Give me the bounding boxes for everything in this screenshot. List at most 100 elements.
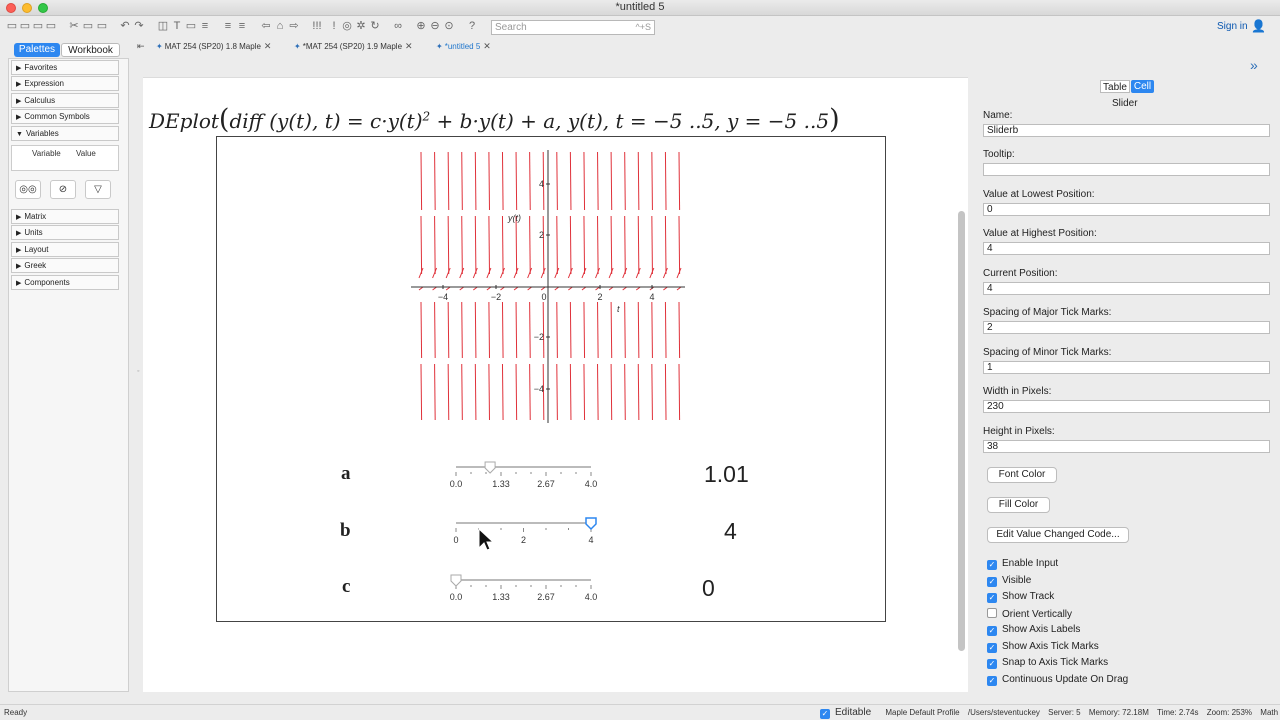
palette-layout[interactable]: ▶ Layout [11, 242, 119, 257]
left-panel-tabs: Palettes Workbook [14, 43, 120, 57]
fill-color-button[interactable]: Fill Color [987, 497, 1050, 513]
outdent-icon[interactable]: ≡ [236, 20, 248, 33]
save-icon[interactable]: ▭ [32, 20, 44, 33]
undo-icon[interactable]: ↶ [119, 20, 131, 33]
print-icon[interactable]: ▭ [45, 20, 57, 33]
close-tab-icon[interactable]: ✕ [483, 41, 491, 51]
tab-palettes[interactable]: Palettes [14, 43, 60, 57]
insert-text-icon[interactable]: T [171, 20, 183, 33]
direction-field-plot[interactable]: −4 −2 0 2 4 4 2 −2 −4 y(t) t [401, 146, 689, 426]
snap-to-tick-marks-checkbox[interactable]: ✓ Snap to Axis Tick Marks [987, 657, 1108, 669]
tab-cell[interactable]: Cell [1131, 80, 1154, 93]
name-field[interactable]: Sliderb [983, 124, 1270, 137]
link-icon[interactable]: ∞ [392, 20, 404, 33]
hide-icon[interactable]: ⊘ [50, 180, 76, 199]
paste-icon[interactable]: ▭ [96, 20, 108, 33]
slider-tick-label: 4.0 [585, 592, 598, 602]
deplot-command[interactable]: DEplot(diff (y(t), t) = c·y(t)2 + b·y(t)… [149, 104, 840, 135]
palette-calculus[interactable]: ▶ Calculus [11, 93, 119, 108]
zoom-reset-icon[interactable]: ⊙ [443, 20, 455, 33]
doc-tab-1[interactable]: ✦ MAT 254 (SP20) 1.8 Maple ✕ [156, 39, 271, 53]
palette-units[interactable]: ▶ Units [11, 225, 119, 240]
section-icon[interactable]: ≡ [199, 20, 211, 33]
visible-checkbox[interactable]: ✓ Visible [987, 575, 1031, 587]
zoom-window-button[interactable] [38, 3, 48, 13]
search-input[interactable]: Search ^+S [491, 20, 655, 35]
orient-vertically-checkbox[interactable]: Orient Vertically [987, 608, 1072, 620]
sign-in-link[interactable]: Sign in [1217, 21, 1248, 32]
tab-workbook[interactable]: Workbook [61, 43, 120, 57]
show-axis-labels-checkbox[interactable]: ✓ Show Axis Labels [987, 624, 1080, 636]
width-pixels-field[interactable]: 230 [983, 400, 1270, 413]
field-arrow [540, 267, 546, 279]
restart-icon[interactable]: ↻ [369, 20, 381, 33]
slider-a[interactable]: 0.0 1.33 2.67 4.0 [448, 461, 600, 491]
height-pixels-field[interactable]: 38 [983, 440, 1270, 453]
slider-c[interactable]: 0.0 1.33 2.67 4.0 [448, 574, 600, 604]
insert-prompt-icon[interactable]: ▭ [185, 20, 197, 33]
field-arrow [445, 267, 451, 279]
palette-matrix[interactable]: ▶ Matrix [11, 209, 119, 224]
slider-b[interactable]: 0 2 4 [448, 517, 600, 547]
user-icon[interactable]: 👤 [1251, 19, 1266, 33]
expand-icon: ▶ [16, 214, 22, 221]
new-document-icon[interactable]: ▭ [6, 20, 18, 33]
filter-icon[interactable]: ▽ [85, 180, 111, 199]
field-label-width: Width in Pixels: [983, 386, 1052, 397]
lowest-position-field[interactable]: 0 [983, 203, 1270, 216]
field-arrow [501, 363, 504, 421]
stop-icon[interactable]: ◎ [341, 20, 353, 33]
document-scrollbar[interactable] [958, 211, 965, 651]
editable-toggle[interactable]: ✓ Editable [820, 707, 871, 719]
highest-position-field[interactable]: 4 [983, 242, 1270, 255]
palette-favorites[interactable]: ▶ Favorites [11, 60, 119, 75]
major-tick-spacing-field[interactable]: 2 [983, 321, 1270, 334]
home-icon[interactable]: ⌂ [274, 20, 286, 33]
show-track-checkbox[interactable]: ✓ Show Track [987, 591, 1054, 603]
enable-input-checkbox[interactable]: ✓ Enable Input [987, 558, 1058, 570]
direction-field-arrows [418, 151, 682, 421]
minor-tick-spacing-field[interactable]: 1 [983, 361, 1270, 374]
zoom-in-icon[interactable]: ⊕ [415, 20, 427, 33]
redo-icon[interactable]: ↷ [133, 20, 145, 33]
collapse-left-panel-icon[interactable]: ⇤ [137, 41, 145, 52]
back-icon[interactable]: ⇦ [260, 20, 272, 33]
slider-tick-label: 0.0 [450, 479, 463, 489]
splitter-handle[interactable]: ◦ [137, 368, 139, 375]
palette-greek[interactable]: ▶ Greek [11, 258, 119, 273]
current-position-field[interactable]: 4 [983, 282, 1270, 295]
copy-icon[interactable]: ▭ [82, 20, 94, 33]
doc-tab-3[interactable]: ✦ *untitled 5 ✕ [436, 39, 491, 53]
font-color-button[interactable]: Font Color [987, 467, 1057, 483]
slider-a-label: a [341, 463, 351, 484]
field-arrow [459, 267, 465, 279]
field-arrow [556, 215, 558, 275]
show-axis-tick-marks-checkbox[interactable]: ✓ Show Axis Tick Marks [987, 641, 1099, 653]
open-icon[interactable]: ▭ [19, 20, 31, 33]
tab-table[interactable]: Table [1100, 80, 1130, 93]
doc-tab-2[interactable]: ✦ *MAT 254 (SP20) 1.9 Maple ✕ [294, 39, 413, 53]
indent-icon[interactable]: ≡ [222, 20, 234, 33]
zoom-out-icon[interactable]: ⊖ [429, 20, 441, 33]
minimize-window-button[interactable] [22, 3, 32, 13]
insert-math-icon[interactable]: ◫ [157, 20, 169, 33]
close-tab-icon[interactable]: ✕ [264, 41, 272, 51]
execute-all-icon[interactable]: !!! [311, 20, 323, 33]
help-icon[interactable]: ? [466, 20, 478, 33]
palette-components[interactable]: ▶ Components [11, 275, 119, 290]
collapse-right-panel-icon[interactable]: » [1250, 57, 1258, 73]
palette-variables[interactable]: ▼ Variables [11, 126, 119, 141]
forward-icon[interactable]: ⇨ [288, 20, 300, 33]
tooltip-field[interactable] [983, 163, 1270, 176]
cut-icon[interactable]: ✂ [68, 20, 80, 33]
field-arrow [649, 267, 655, 279]
close-window-button[interactable] [6, 3, 16, 13]
continuous-update-checkbox[interactable]: ✓ Continuous Update On Drag [987, 674, 1128, 686]
palette-expression[interactable]: ▶ Expression [11, 76, 119, 91]
show-all-icon[interactable]: ◎◎ [15, 180, 41, 199]
close-tab-icon[interactable]: ✕ [405, 41, 413, 51]
execute-icon[interactable]: ! [328, 20, 340, 33]
palette-common-symbols[interactable]: ▶ Common Symbols [11, 109, 119, 124]
edit-value-changed-code-button[interactable]: Edit Value Changed Code... [987, 527, 1129, 543]
debug-icon[interactable]: ✲ [355, 20, 367, 33]
